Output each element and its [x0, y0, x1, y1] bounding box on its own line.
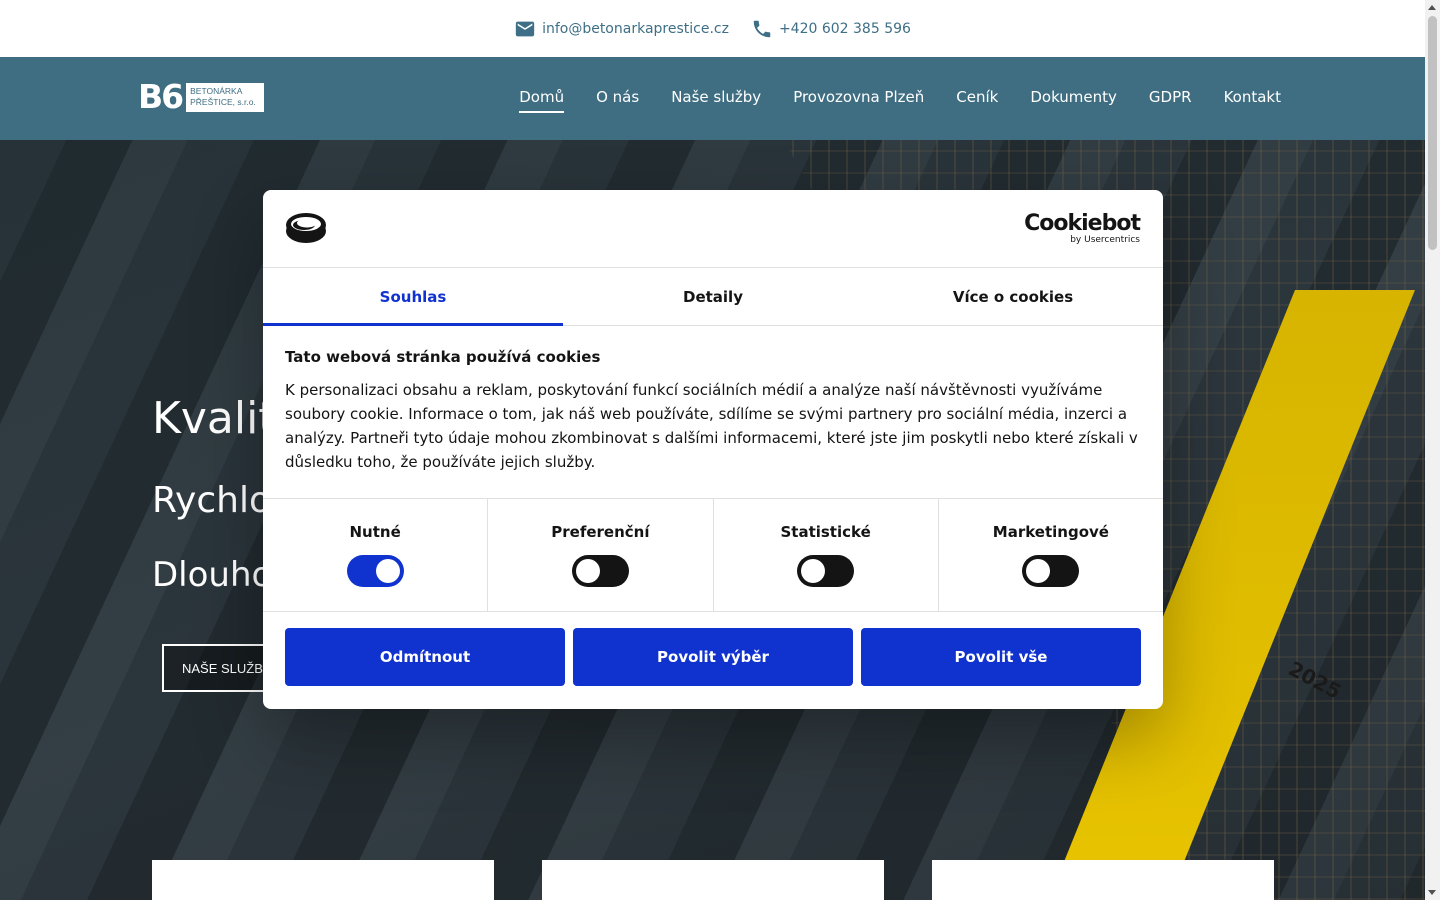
email-link[interactable]: info@betonarkaprestice.cz [542, 21, 729, 37]
decline-button[interactable]: Odmítnout [285, 628, 565, 686]
toggle-marketingove[interactable] [1022, 555, 1080, 587]
toggle-knob [575, 559, 600, 583]
toggle-label: Statistické [780, 523, 871, 541]
email-contact[interactable]: info@betonarkaprestice.cz [514, 18, 729, 40]
dialog-body: Tato webová stránka používá cookies K pe… [263, 326, 1163, 499]
toggle-knob [801, 559, 826, 583]
nav-item-cenik[interactable]: Ceník [956, 88, 998, 109]
allow-selection-button[interactable]: Povolit výběr [573, 628, 853, 686]
toggle-statisticke[interactable] [797, 555, 855, 587]
consent-toggles: Nutné Preferenční Statistické Marketingo… [263, 499, 1163, 612]
phone-icon [753, 20, 771, 37]
nav-item-o-nas[interactable]: O nás [596, 88, 639, 109]
feature-card[interactable] [542, 860, 884, 900]
cookiebot-brand[interactable]: Cookiebot by Usercentrics [1024, 211, 1141, 246]
nav-item-nase-sluzby[interactable]: Naše služby [671, 88, 761, 109]
toggle-group-statisticke: Statistické [714, 499, 939, 611]
nav-item-domu[interactable]: Domů [519, 88, 564, 113]
hero-subheadline: Rychlo [152, 480, 271, 521]
top-contact-bar: info@betonarkaprestice.cz +420 602 385 5… [0, 0, 1425, 57]
page-scrollbar[interactable] [1425, 0, 1440, 900]
logo-line-2: PŘEŠTICE, s.r.o. [190, 96, 256, 107]
nav-item-gdpr[interactable]: GDPR [1149, 88, 1192, 109]
toggle-group-nutne: Nutné [263, 499, 489, 611]
cookie-consent-dialog: Cookiebot by Usercentrics Souhlas Detail… [263, 190, 1163, 709]
toggle-nutne[interactable] [346, 555, 404, 587]
cookie-logo-icon [286, 213, 326, 243]
hero-headline: Kvalit [152, 393, 276, 444]
tab-detaily[interactable]: Detaily [563, 268, 863, 325]
phone-contact[interactable]: +420 602 385 596 [751, 18, 911, 40]
dialog-buttons: Odmítnout Povolit výběr Povolit vše [263, 612, 1163, 702]
scrollbar-thumb[interactable] [1428, 16, 1437, 250]
phone-link[interactable]: +420 602 385 596 [779, 21, 911, 37]
logo-text-box: BETONÁRKA PŘEŠTICE, s.r.o. [186, 82, 265, 112]
toggle-label: Preferenční [551, 523, 650, 541]
toggle-label: Marketingové [992, 523, 1109, 541]
toggle-knob [375, 559, 400, 583]
feature-card[interactable] [152, 860, 494, 900]
nav-item-kontakt[interactable]: Kontakt [1224, 88, 1281, 109]
mail-icon [515, 21, 535, 36]
brand-name: Cookiebot [1024, 211, 1141, 236]
brand-sub: by Usercentrics [1070, 235, 1140, 245]
dialog-title: Tato webová stránka používá cookies [285, 348, 601, 366]
tab-souhlas[interactable]: Souhlas [263, 268, 563, 326]
toggle-label: Nutné [349, 523, 401, 541]
site-logo[interactable]: B6 BETONÁRKA PŘEŠTICE, s.r.o. [138, 77, 265, 116]
feature-card[interactable] [932, 860, 1274, 900]
tab-vice-o-cookies[interactable]: Více o cookies [863, 268, 1163, 325]
logo-line-1: BETONÁRKA [190, 85, 243, 96]
scroll-down-arrow-icon[interactable] [1428, 890, 1436, 895]
toggle-group-marketingove: Marketingové [939, 499, 1163, 611]
dialog-text: K personalizaci obsahu a reklam, poskyto… [285, 381, 1138, 471]
scroll-up-arrow-icon[interactable] [1428, 5, 1436, 10]
toggle-group-preferencni: Preferenční [488, 499, 714, 611]
dialog-header: Cookiebot by Usercentrics [263, 190, 1163, 268]
toggle-knob [1026, 559, 1051, 583]
main-navbar: B6 BETONÁRKA PŘEŠTICE, s.r.o. Domů O nás… [0, 57, 1425, 140]
toggle-preferencni[interactable] [571, 555, 629, 587]
logo-mark: B6 [138, 77, 184, 116]
nav-item-dokumenty[interactable]: Dokumenty [1030, 88, 1117, 109]
nav-item-provozovna-plzen[interactable]: Provozovna Plzeň [793, 88, 924, 109]
dialog-tabs: Souhlas Detaily Více o cookies [263, 268, 1163, 326]
allow-all-button[interactable]: Povolit vše [861, 628, 1141, 686]
main-nav: Domů O nás Naše služby Provozovna Plzeň … [519, 57, 1281, 140]
